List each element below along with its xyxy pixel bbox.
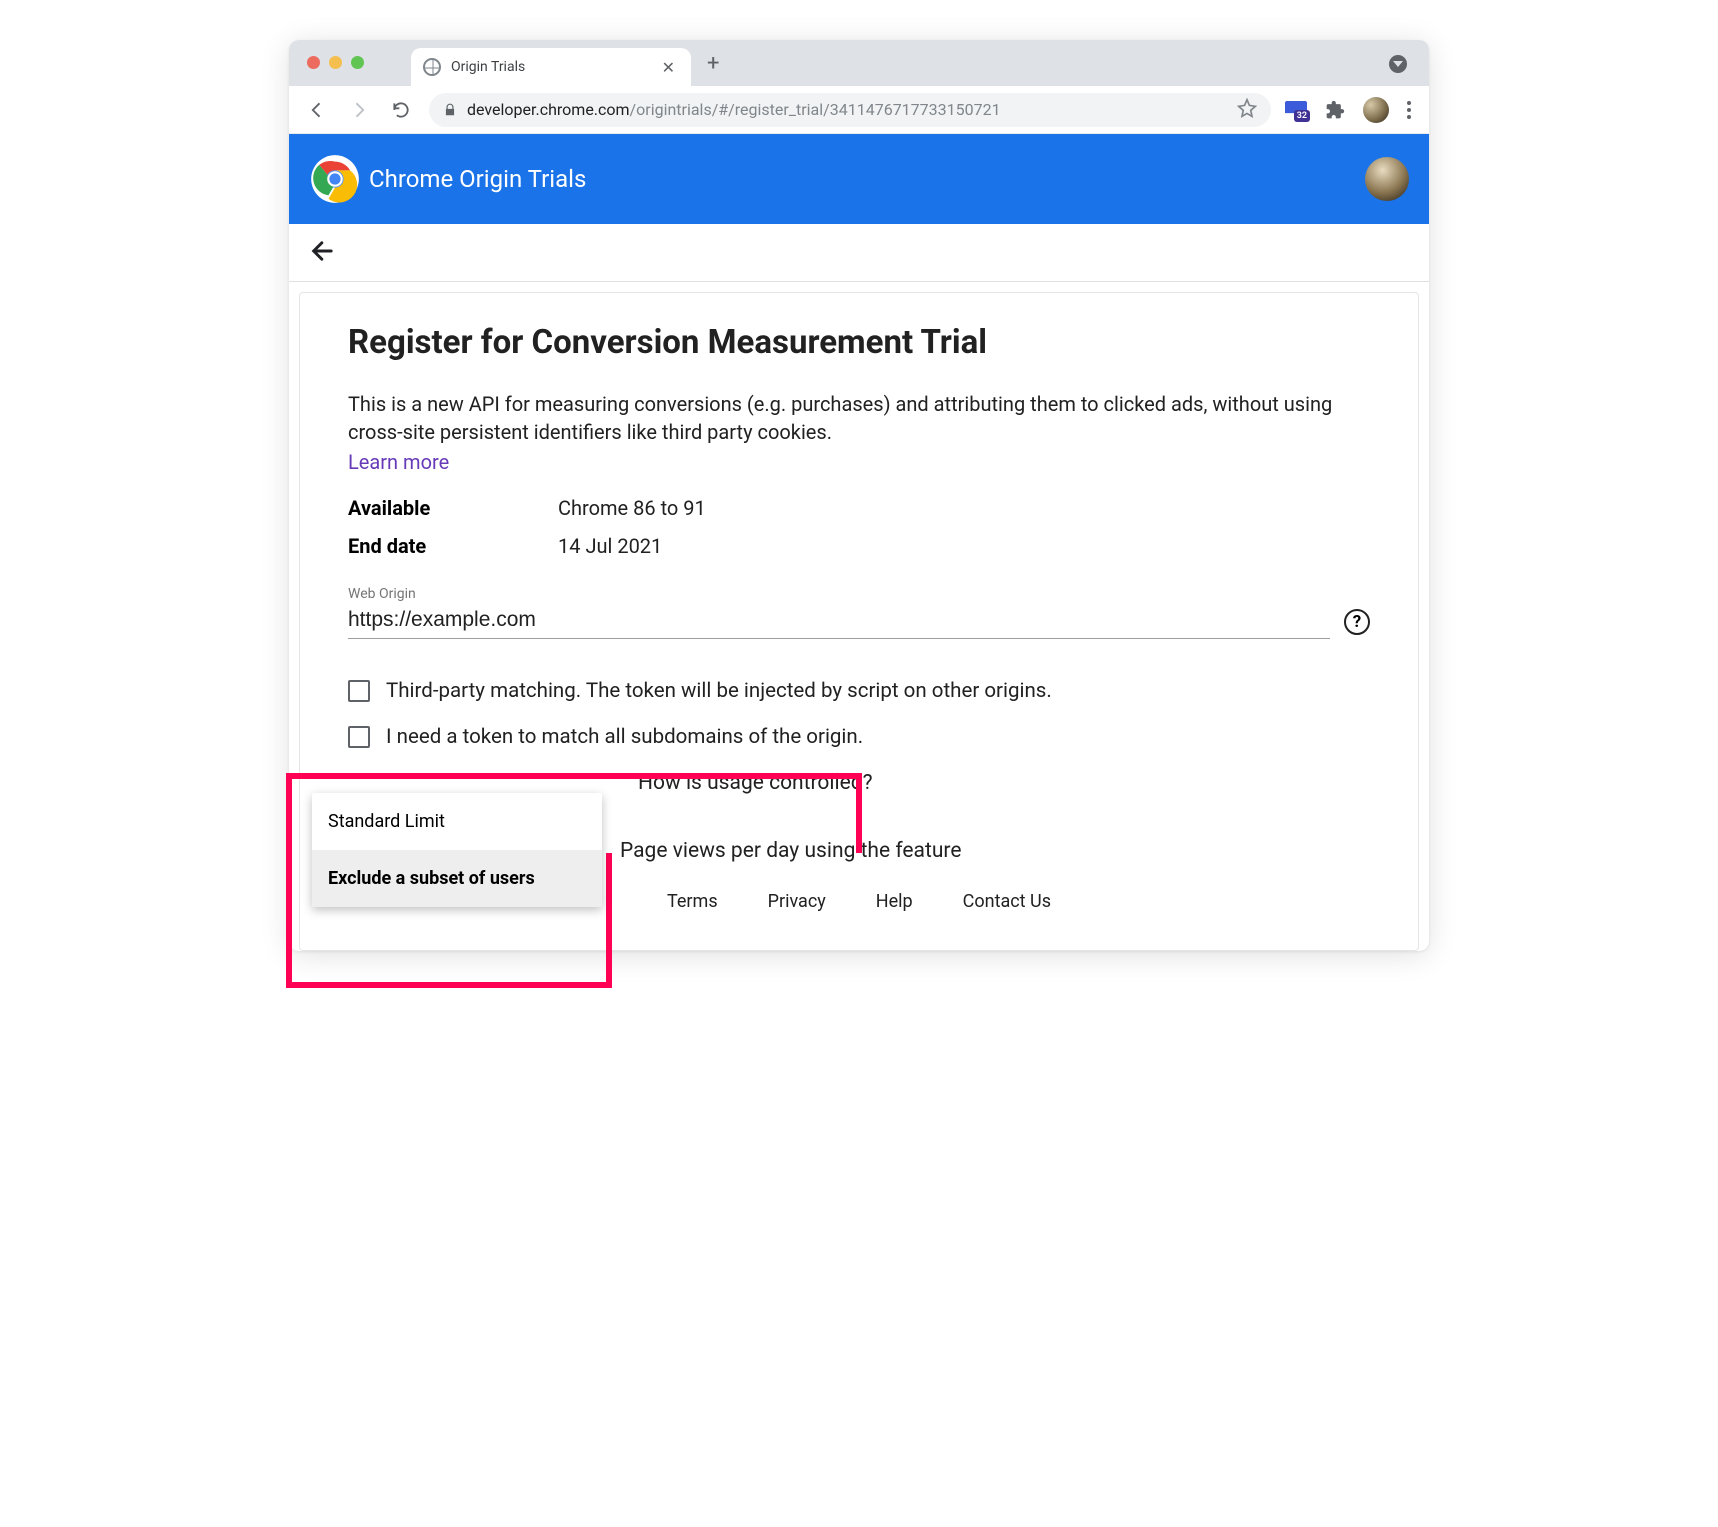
checkbox-label: I need a token to match all subdomains o… [386, 725, 863, 749]
extension-badge-count: 32 [1294, 110, 1310, 122]
extensions-icon[interactable] [1321, 96, 1349, 124]
info-val: 14 Jul 2021 [558, 534, 662, 558]
new-tab-button[interactable]: + [691, 51, 735, 76]
window-controls [307, 56, 364, 69]
info-row-enddate: End date 14 Jul 2021 [348, 534, 1370, 558]
page-title: Register for Conversion Measurement Tria… [348, 323, 1370, 362]
dropdown-option-standard[interactable]: Standard Limit [312, 793, 602, 850]
info-val: Chrome 86 to 91 [558, 496, 706, 520]
web-origin-field: Web Origin ? [348, 586, 1370, 639]
tab-title: Origin Trials [451, 59, 648, 75]
profile-avatar[interactable] [1363, 97, 1389, 123]
user-avatar[interactable] [1365, 157, 1409, 201]
minimize-window-button[interactable] [329, 56, 342, 69]
extension-badge[interactable]: 32 [1285, 101, 1307, 119]
footer-privacy[interactable]: Privacy [768, 891, 826, 912]
maximize-window-button[interactable] [351, 56, 364, 69]
web-origin-input[interactable] [348, 604, 1330, 639]
globe-icon [423, 58, 441, 76]
browser-menu-icon[interactable] [1403, 97, 1415, 123]
close-window-button[interactable] [307, 56, 320, 69]
page-subbar [289, 224, 1429, 282]
close-tab-icon[interactable]: ✕ [658, 56, 679, 79]
info-key: Available [348, 496, 558, 520]
help-icon[interactable]: ? [1344, 609, 1370, 635]
lock-icon [443, 103, 457, 117]
page-back-button[interactable] [309, 237, 337, 269]
info-row-available: Available Chrome 86 to 91 [348, 496, 1370, 520]
forward-button[interactable] [345, 96, 373, 124]
app-title: Chrome Origin Trials [369, 165, 586, 193]
checkbox-row-third-party: Third-party matching. The token will be … [348, 679, 1370, 703]
checkbox-label: Third-party matching. The token will be … [386, 679, 1052, 703]
bookmark-star-icon[interactable] [1237, 98, 1257, 122]
browser-tab[interactable]: Origin Trials ✕ [411, 48, 691, 86]
third-party-checkbox[interactable] [348, 680, 370, 702]
reload-button[interactable] [387, 96, 415, 124]
tab-strip: Origin Trials ✕ + [289, 40, 1429, 86]
usage-restriction-dropdown[interactable]: Standard Limit Exclude a subset of users [312, 793, 602, 907]
back-button[interactable] [303, 96, 331, 124]
info-key: End date [348, 534, 558, 558]
checkbox-group: Third-party matching. The token will be … [348, 679, 1370, 749]
url-text: developer.chrome.com/origintrials/#/regi… [467, 100, 1001, 119]
field-label: Web Origin [348, 586, 1370, 602]
subdomains-checkbox[interactable] [348, 726, 370, 748]
chrome-logo-icon [309, 153, 361, 205]
page-description: This is a new API for measuring conversi… [348, 390, 1370, 446]
address-bar[interactable]: developer.chrome.com/origintrials/#/regi… [429, 93, 1271, 127]
footer-terms[interactable]: Terms [667, 891, 718, 912]
expected-usage-text: Page views per day using the feature [620, 839, 1370, 863]
tab-overflow-icon[interactable] [1389, 55, 1407, 73]
footer-help[interactable]: Help [876, 891, 913, 912]
footer-contact[interactable]: Contact Us [963, 891, 1051, 912]
browser-toolbar: developer.chrome.com/origintrials/#/regi… [289, 86, 1429, 134]
checkbox-row-subdomains: I need a token to match all subdomains o… [348, 725, 1370, 749]
usage-question: How is usage controlled? [638, 771, 1370, 795]
registration-card: Register for Conversion Measurement Tria… [299, 292, 1419, 951]
browser-window: Origin Trials ✕ + developer.chrome.com/o… [289, 40, 1429, 951]
url-host: developer.chrome.com [467, 100, 630, 119]
url-path: /origintrials/#/register_trial/341147671… [630, 100, 1001, 119]
dropdown-option-exclude[interactable]: Exclude a subset of users [312, 850, 602, 907]
learn-more-link[interactable]: Learn more [348, 450, 449, 474]
app-banner: Chrome Origin Trials [289, 134, 1429, 224]
